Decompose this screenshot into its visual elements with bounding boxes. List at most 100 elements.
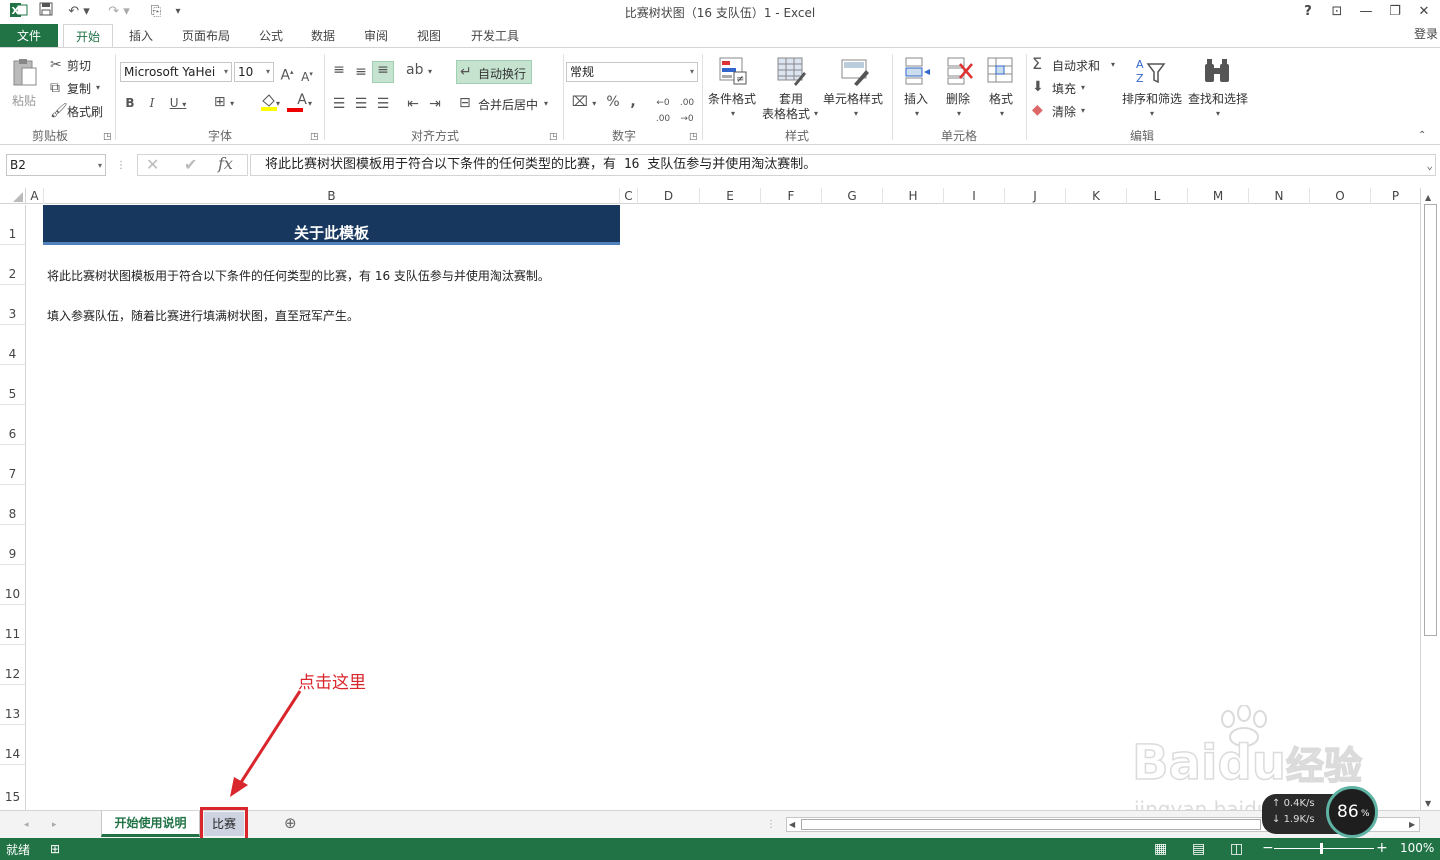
column-header-b[interactable]: B [44,188,620,204]
decrease-indent-icon[interactable]: ⇤ [404,96,422,112]
sort-filter-button[interactable]: 排序和筛选 [1122,90,1182,107]
scroll-left-icon[interactable]: ◀ [789,817,795,833]
clear-button[interactable]: 清除 [1052,103,1076,120]
row-header[interactable]: 13 [0,685,26,725]
sheet-tab-tournament[interactable]: 比赛 [204,812,244,836]
h-scroll-thumb[interactable] [801,819,1261,830]
copy-icon[interactable]: ⧉ [50,80,60,96]
cell-styles-icon[interactable] [840,56,870,86]
help-button[interactable]: ? [1296,2,1320,22]
percent-icon[interactable]: % [604,94,622,110]
clipboard-launcher-icon[interactable]: ◳ [103,129,112,145]
row-header[interactable]: 1 [0,205,26,245]
worksheet[interactable]: 关于此模板 将此比赛树状图模板用于符合以下条件的任何类型的比赛，有 16 支队伍… [26,205,1420,821]
font-launcher-icon[interactable]: ◳ [310,129,319,145]
add-sheet-icon[interactable]: ⊕ [284,815,297,831]
align-middle-icon[interactable]: ≡ [352,64,370,80]
format-as-table-icon[interactable] [776,56,806,86]
column-header-d[interactable]: D [638,188,700,204]
tab-file[interactable]: 文件 [0,24,58,48]
zoom-slider-thumb[interactable] [1320,843,1323,854]
format-cells-icon[interactable] [986,56,1016,86]
orientation-icon[interactable]: ab ▾ [404,62,434,80]
tab-view[interactable]: 视图 [406,24,452,48]
column-header-o[interactable]: O [1310,188,1371,204]
wrap-text-button[interactable]: ↵ 自动换行 [456,60,532,84]
underline-icon[interactable]: U ▾ [166,95,190,113]
format-painter-icon[interactable]: 🖌 [50,103,68,119]
row-header[interactable]: 11 [0,605,26,645]
minimize-button[interactable]: — [1354,2,1378,22]
page-break-view-icon[interactable]: ◫ [1230,841,1243,857]
tab-home[interactable]: 开始 [63,24,113,48]
formula-input[interactable]: 将此比赛树状图模板用于符合以下条件的任何类型的比赛，有 16 支队伍参与并使用淘… [250,154,1436,176]
zoom-slider-track[interactable] [1274,848,1374,849]
number-launcher-icon[interactable]: ◳ [689,129,698,145]
instruction-line-2[interactable]: 填入参赛队伍，随着比赛进行填满树状图，直至冠军产生。 [47,307,359,324]
font-name-box[interactable]: Microsoft YaHei ▾ [120,62,232,82]
normal-view-icon[interactable]: ▦ [1154,841,1167,857]
font-size-box[interactable]: 10 ▾ [234,62,274,82]
autosum-button[interactable]: 自动求和 [1052,57,1100,74]
comma-icon[interactable]: , [626,94,640,110]
autosum-icon[interactable]: Σ [1032,56,1042,72]
column-header-k[interactable]: K [1066,188,1127,204]
zoom-in-icon[interactable]: + [1376,840,1388,856]
fill-button[interactable]: 填充 [1052,80,1076,97]
bold-icon[interactable]: B [122,95,138,111]
row-header[interactable]: 5 [0,365,26,405]
tab-data[interactable]: 数据 [300,24,346,48]
conditional-format-icon[interactable]: ≠ [718,56,748,86]
row-header[interactable]: 6 [0,405,26,445]
paste-button[interactable]: 粘贴 [12,92,36,109]
row-header[interactable]: 14 [0,725,26,765]
cell-styles-button[interactable]: 单元格样式 [823,90,883,107]
cut-button[interactable]: 剪切 [67,57,91,74]
paste-icon[interactable] [10,58,40,88]
zoom-out-icon[interactable]: − [1262,840,1274,856]
sign-in-link[interactable]: 登录 [1414,24,1438,44]
column-header-j[interactable]: J [1005,188,1066,204]
number-format-box[interactable]: 常规 ▾ [566,62,698,82]
sort-filter-icon[interactable]: AZ [1134,56,1166,86]
next-sheet-icon[interactable]: ▸ [52,817,57,833]
ribbon-display-button[interactable]: ⊡ [1325,2,1349,22]
macro-record-icon[interactable]: ⊞ [50,841,60,857]
decrease-font-icon[interactable]: A▾ [298,66,316,85]
row-header[interactable]: 2 [0,245,26,285]
column-header-e[interactable]: E [700,188,761,204]
row-header[interactable]: 12 [0,645,26,685]
prev-sheet-icon[interactable]: ◂ [24,817,29,833]
increase-decimal-icon[interactable]: ←0.00 [652,95,674,127]
row-header[interactable]: 3 [0,285,26,325]
row-header[interactable]: 4 [0,325,26,365]
row-header[interactable]: 10 [0,565,26,605]
insert-cells-icon[interactable] [902,56,932,86]
delete-cells-button[interactable]: 删除 [946,90,970,107]
name-box[interactable]: B2 ▾ [6,154,106,176]
column-header-a[interactable]: A [26,188,44,204]
expand-formula-icon[interactable]: ⌄ [1426,156,1433,176]
format-as-table-label-2[interactable]: 表格格式 [762,105,810,122]
template-header-cell[interactable]: 关于此模板 [43,205,620,245]
scroll-right-icon[interactable]: ▶ [1409,817,1415,833]
row-header[interactable]: 15 [0,765,26,810]
increase-indent-icon[interactable]: ⇥ [426,96,444,112]
row-header[interactable]: 9 [0,525,26,565]
font-color-icon[interactable]: A ▾ [286,92,318,112]
column-header-h[interactable]: H [883,188,944,204]
tab-developer[interactable]: 开发工具 [460,24,530,48]
fill-color-icon[interactable]: ▾ [252,92,286,116]
column-header-c[interactable]: C [620,188,638,204]
scroll-thumb[interactable] [1424,204,1437,636]
format-painter-button[interactable]: 格式刷 [67,103,103,120]
column-header-l[interactable]: L [1127,188,1188,204]
format-cells-button[interactable]: 格式 [989,90,1013,107]
eraser-icon[interactable]: ◆ [1032,102,1043,118]
collapse-ribbon-icon[interactable]: ⌃ [1418,128,1426,144]
tab-page-layout[interactable]: 页面布局 [170,24,242,48]
align-bottom-icon[interactable]: ≡ [372,61,394,83]
align-left-icon[interactable]: ☰ [330,96,348,112]
align-right-icon[interactable]: ☰ [374,96,392,112]
delete-cells-icon[interactable] [944,56,974,86]
